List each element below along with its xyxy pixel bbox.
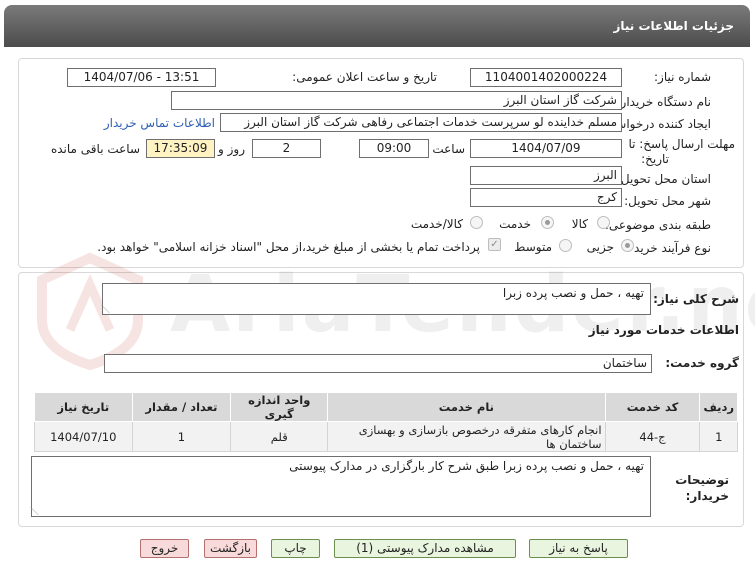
service-group-field[interactable]: ساختمان — [104, 354, 652, 373]
announce-label: تاریخ و ساعت اعلان عمومی: — [292, 70, 437, 84]
days-label: روز و — [218, 142, 245, 156]
buyer-org-label: نام دستگاه خریدار: — [616, 95, 712, 109]
buyer-notes-label: توضیحات — [675, 473, 729, 487]
announce-field[interactable]: 1404/07/06 - 13:51 — [67, 68, 216, 87]
category-label: طبقه بندی موضوعی: — [604, 218, 711, 232]
buyer-notes-field[interactable]: تهیه ، حمل و نصب پرده زبرا طبق شرح کار ب… — [30, 456, 651, 517]
col-name: نام خدمت — [327, 392, 606, 422]
deadline-date-field[interactable]: 1404/07/09 — [470, 139, 622, 158]
category-radio-both[interactable] — [470, 216, 483, 229]
col-row: ردیف — [699, 392, 738, 422]
summary-text: تهیه ، حمل و نصب پرده زبرا — [502, 286, 644, 300]
deadline-label: مهلت ارسال پاسخ: تا — [628, 137, 735, 151]
print-button[interactable]: چاپ — [271, 539, 320, 558]
cell-row: 1 — [699, 421, 738, 452]
buyer-org-field[interactable]: شرکت گاز استان البرز — [171, 91, 622, 110]
city-label: شهر محل تحویل: — [624, 194, 711, 208]
cell-qty: 1 — [131, 421, 232, 452]
process-label: نوع فرآیند خرید : — [626, 241, 711, 255]
category-option-both: کالا/خدمت — [410, 217, 463, 231]
deadline-time-field[interactable]: 09:00 — [359, 139, 429, 158]
remaining-label: ساعت باقی مانده — [50, 142, 140, 156]
buyer-notes-label-2: خریدار: — [685, 489, 729, 503]
process-radio-minor[interactable] — [621, 239, 634, 252]
buyer-notes-text: تهیه ، حمل و نصب پرده زبرا طبق شرح کار ب… — [289, 459, 644, 473]
col-date: تاریخ نیاز — [34, 392, 133, 422]
summary-label: شرح کلی نیاز: — [653, 292, 739, 306]
col-qty: تعداد / مقدار — [131, 392, 232, 422]
exit-button[interactable]: خروج — [140, 539, 189, 558]
resize-grip-icon[interactable] — [101, 305, 117, 313]
cell-code: ج-44 — [604, 421, 701, 452]
time-label: ساعت — [432, 142, 465, 156]
reply-button[interactable]: پاسخ به نیاز — [529, 539, 628, 558]
category-option-goods: کالا — [571, 217, 588, 231]
category-option-service: خدمت — [499, 217, 531, 231]
cell-unit: قلم — [230, 421, 329, 452]
process-option-minor: جزیی — [586, 240, 614, 254]
days-field[interactable]: 2 — [252, 139, 321, 158]
service-group-label: گروه خدمت: — [665, 356, 739, 370]
services-table: ردیف کد خدمت نام خدمت واحد اندازه گیری ت… — [34, 392, 738, 452]
col-unit: واحد اندازه گیری — [230, 392, 329, 422]
view-attachments-button[interactable]: مشاهده مدارک پیوستی (1) — [334, 539, 516, 558]
cell-name: انجام کارهای متفرقه درخصوص بازسازی و بهس… — [327, 421, 606, 452]
back-button[interactable]: بازگشت — [204, 539, 257, 558]
summary-field[interactable]: تهیه ، حمل و نصب پرده زبرا — [101, 283, 651, 315]
need-number-label: شماره نیاز: — [654, 70, 711, 84]
requester-field[interactable]: مسلم خداینده لو سرپرست خدمات اجتماعی رفا… — [220, 113, 622, 132]
deadline-date-label: تاریخ: — [641, 152, 669, 166]
need-info-panel — [18, 58, 744, 268]
page-header: جزئیات اطلاعات نیاز — [4, 5, 750, 47]
province-field[interactable]: البرز — [470, 166, 622, 185]
remaining-time-field: 17:35:09 — [146, 139, 215, 158]
cell-date: 1404/07/10 — [34, 421, 133, 452]
table-row[interactable]: 1 ج-44 انجام کارهای متفرقه درخصوص بازساز… — [34, 421, 738, 452]
resize-grip-icon[interactable] — [30, 507, 46, 515]
contact-info-link[interactable]: اطلاعات تماس خریدار — [104, 116, 215, 130]
category-radio-service[interactable] — [541, 216, 554, 229]
page-title: جزئیات اطلاعات نیاز — [613, 19, 734, 33]
process-radio-medium[interactable] — [559, 239, 572, 252]
payment-note: پرداخت تمام یا بخشی از مبلغ خرید،از محل … — [97, 240, 480, 254]
need-number-field[interactable]: 1104001402000224 — [470, 68, 622, 87]
process-option-medium: متوسط — [514, 240, 552, 254]
city-field[interactable]: کرج — [470, 188, 622, 207]
col-code: کد خدمت — [604, 392, 701, 422]
treasury-checkbox[interactable]: ✓ — [488, 238, 501, 251]
services-section-title: اطلاعات خدمات مورد نیاز — [588, 323, 739, 337]
province-label: استان محل تحویل: — [616, 172, 711, 186]
category-radio-goods[interactable] — [597, 216, 610, 229]
